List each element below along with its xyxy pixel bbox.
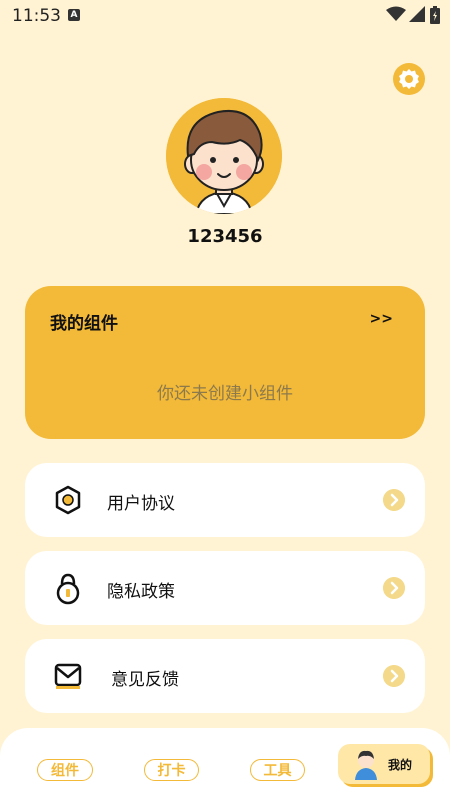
tab-widgets[interactable]: 组件 [37,759,93,781]
wifi-icon [386,6,406,21]
user-avatar-icon [355,750,377,780]
lock-privacy-icon [56,573,80,605]
tab-checkin[interactable]: 打卡 [144,759,199,781]
menu-item-feedback[interactable]: 意见反馈 [25,639,425,713]
chevron-right-icon [383,489,405,511]
avatar[interactable] [166,98,282,214]
menu-item-privacy-policy[interactable]: 隐私政策 [25,551,425,625]
my-widgets-title: 我的组件 [50,314,118,334]
tab-mine-label: 我的 [388,758,413,772]
username: 123456 [187,226,263,247]
my-widgets-empty-text: 你还未创建小组件 [157,384,293,404]
tab-tools[interactable]: 工具 [250,759,305,781]
chevron-right-icon [383,665,405,687]
settings-button[interactable] [392,62,426,96]
my-widgets-card[interactable]: 我的组件 >> 你还未创建小组件 [25,286,425,439]
menu-label: 意见反馈 [111,670,179,690]
mail-feedback-icon [54,663,82,689]
menu-label: 隐私政策 [107,582,175,602]
bottom-nav: 组件 打卡 工具 我的 [0,728,450,801]
menu-label: 用户协议 [107,494,175,514]
chevron-right-icon [383,577,405,599]
my-widgets-more-button[interactable]: >> [370,311,393,327]
hexagon-agreement-icon [55,485,81,515]
status-time: 11:53 [12,6,61,26]
gear-icon [393,63,425,95]
tab-mine[interactable]: 我的 [338,744,430,784]
signal-icon [409,6,425,22]
status-bar: 11:53 A [0,0,450,32]
notification-a-icon: A [68,9,80,21]
user-avatar-illustration [166,98,282,214]
menu-item-user-agreement[interactable]: 用户协议 [25,463,425,537]
battery-icon [430,6,440,24]
